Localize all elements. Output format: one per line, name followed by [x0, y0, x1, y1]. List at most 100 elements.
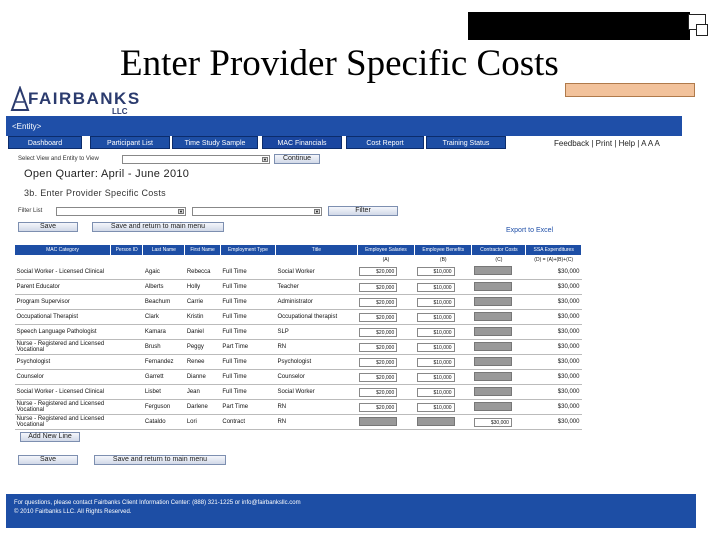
benefits-input[interactable]: $10,000	[416, 267, 455, 277]
benefits-cell[interactable]: $10,000	[414, 339, 472, 355]
benefits-input[interactable]: $10,000	[416, 402, 455, 412]
salary-cell[interactable]: $20,000	[357, 324, 415, 340]
contractor-cell	[471, 339, 526, 355]
tab-mac-financials[interactable]: MAC Financials	[262, 136, 342, 149]
benefits-input[interactable]: $10,000	[416, 282, 455, 292]
tab-participant-list[interactable]: Participant List	[90, 136, 170, 149]
contractor-input-disabled[interactable]	[473, 386, 512, 396]
logo-wordmark: FAIRBANKS	[28, 89, 141, 108]
first-name-cell: Jean	[184, 384, 221, 400]
contractor-cell[interactable]: $30,000	[471, 414, 526, 430]
benefits-input[interactable]: $10,000	[416, 387, 455, 397]
tab-training-status[interactable]: Training Status	[426, 136, 506, 149]
salary-input[interactable]: $20,000	[359, 297, 398, 307]
salary-input[interactable]: $20,000	[359, 267, 398, 277]
contractor-cell	[471, 354, 526, 370]
footer: For questions, please contact Fairbanks …	[6, 494, 696, 528]
tab-dashboard[interactable]: Dashboard	[8, 136, 82, 149]
entity-label[interactable]: <Entity>	[12, 122, 41, 131]
benefits-cell[interactable]: $10,000	[414, 279, 472, 295]
top-save-return-button[interactable]: Save and return to main menu	[92, 222, 224, 232]
quarter-heading: Open Quarter: April - June 2010	[24, 168, 190, 180]
add-new-line-button[interactable]: Add New Line	[20, 432, 80, 442]
benefits-input[interactable]: $10,000	[416, 357, 455, 367]
utility-links[interactable]: Feedback | Print | Help | A A A	[554, 139, 660, 148]
benefits-cell[interactable]: $10,000	[414, 369, 472, 385]
title-cell: Occupational therapist	[275, 309, 358, 325]
salary-cell[interactable]: $20,000	[357, 399, 415, 415]
salary-input[interactable]: $20,000	[359, 312, 398, 322]
first-name-cell: Kristin	[184, 309, 221, 325]
contractor-cell	[471, 369, 526, 385]
filter-select-2[interactable]: ▼	[192, 207, 322, 216]
first-name-cell: Renee	[184, 354, 221, 370]
benefits-cell[interactable]: $10,000	[414, 384, 472, 400]
contractor-input-disabled[interactable]	[473, 311, 512, 321]
top-save-button[interactable]: Save	[18, 222, 78, 232]
table-row: Counselor Garrett Dianne Full Time Counselor…	[14, 369, 582, 385]
benefits-cell[interactable]: $10,000	[414, 324, 472, 340]
bottom-save-button[interactable]: Save	[18, 455, 78, 465]
tab-time-study-sample[interactable]: Time Study Sample	[172, 136, 258, 149]
contractor-input-disabled[interactable]	[473, 281, 512, 291]
filter-select-1[interactable]: ▼	[56, 207, 186, 216]
last-name-cell: Ferguson	[142, 399, 185, 415]
chevron-down-icon: ▼	[314, 209, 320, 214]
benefits-cell[interactable]: $10,000	[414, 294, 472, 310]
benefits-input[interactable]: $10,000	[416, 372, 455, 382]
last-name-cell: Cataldo	[142, 414, 185, 430]
first-name-cell: Lori	[184, 414, 221, 430]
footer-contact-text: For questions, please contact Fairbanks …	[14, 500, 301, 506]
salary-input[interactable]: $20,000	[359, 387, 398, 397]
salary-cell[interactable]: $20,000	[357, 339, 415, 355]
contractor-cell	[471, 399, 526, 415]
contractor-input-disabled[interactable]	[473, 341, 512, 351]
salary-input-disabled[interactable]	[359, 416, 398, 426]
contractor-input-disabled[interactable]	[473, 401, 512, 411]
subheader-b: (B)	[439, 257, 447, 264]
salary-input[interactable]: $20,000	[359, 282, 398, 292]
benefits-cell[interactable]: $10,000	[414, 354, 472, 370]
filter-button[interactable]: Filter	[328, 206, 398, 216]
salary-cell[interactable]: $20,000	[357, 279, 415, 295]
salary-input[interactable]: $20,000	[359, 402, 398, 412]
title-cell: Administrator	[275, 294, 358, 310]
salary-cell[interactable]: $20,000	[357, 294, 415, 310]
chevron-down-icon: ▼	[178, 209, 184, 214]
benefits-input[interactable]: $10,000	[416, 327, 455, 337]
benefits-cell[interactable]: $10,000	[414, 309, 472, 325]
contractor-input-disabled[interactable]	[473, 296, 512, 306]
contractor-input-disabled[interactable]	[473, 356, 512, 366]
benefits-input[interactable]: $10,000	[416, 342, 455, 352]
benefits-cell[interactable]: $10,000	[414, 399, 472, 415]
salary-cell[interactable]: $20,000	[357, 369, 415, 385]
salary-cell[interactable]: $20,000	[357, 354, 415, 370]
benefits-input[interactable]: $10,000	[416, 297, 455, 307]
contractor-input-disabled[interactable]	[473, 326, 512, 336]
corner-square-decoration-2	[696, 24, 708, 36]
contractor-input[interactable]: $30,000	[473, 417, 512, 427]
table-row: Nurse - Registered and Licensed Vocation…	[14, 399, 582, 415]
benefits-input[interactable]: $10,000	[416, 312, 455, 322]
bottom-save-return-button[interactable]: Save and return to main menu	[94, 455, 226, 465]
continue-button[interactable]: Continue	[274, 154, 320, 164]
logo-mark-icon	[10, 86, 30, 111]
salary-input[interactable]: $20,000	[359, 327, 398, 337]
title-cell: SLP	[275, 324, 358, 340]
contractor-input-disabled[interactable]	[473, 266, 512, 276]
salary-cell[interactable]: $20,000	[357, 309, 415, 325]
salary-cell[interactable]: $20,000	[357, 264, 415, 280]
view-entity-select[interactable]: ▼	[122, 155, 270, 164]
benefits-cell[interactable]: $10,000	[414, 264, 472, 280]
salary-input[interactable]: $20,000	[359, 342, 398, 352]
salary-cell[interactable]: $20,000	[357, 384, 415, 400]
table-row: Nurse - Registered and Licensed Vocation…	[14, 339, 582, 355]
fairbanks-logo: FAIRBANKS LLC	[10, 86, 150, 118]
benefits-input-disabled[interactable]	[416, 416, 455, 426]
tab-cost-report[interactable]: Cost Report	[346, 136, 424, 149]
employment-type-cell: Full Time	[220, 384, 276, 400]
salary-input[interactable]: $20,000	[359, 357, 398, 367]
salary-input[interactable]: $20,000	[359, 372, 398, 382]
export-to-excel-link[interactable]: Export to Excel	[506, 227, 553, 234]
contractor-input-disabled[interactable]	[473, 371, 512, 381]
